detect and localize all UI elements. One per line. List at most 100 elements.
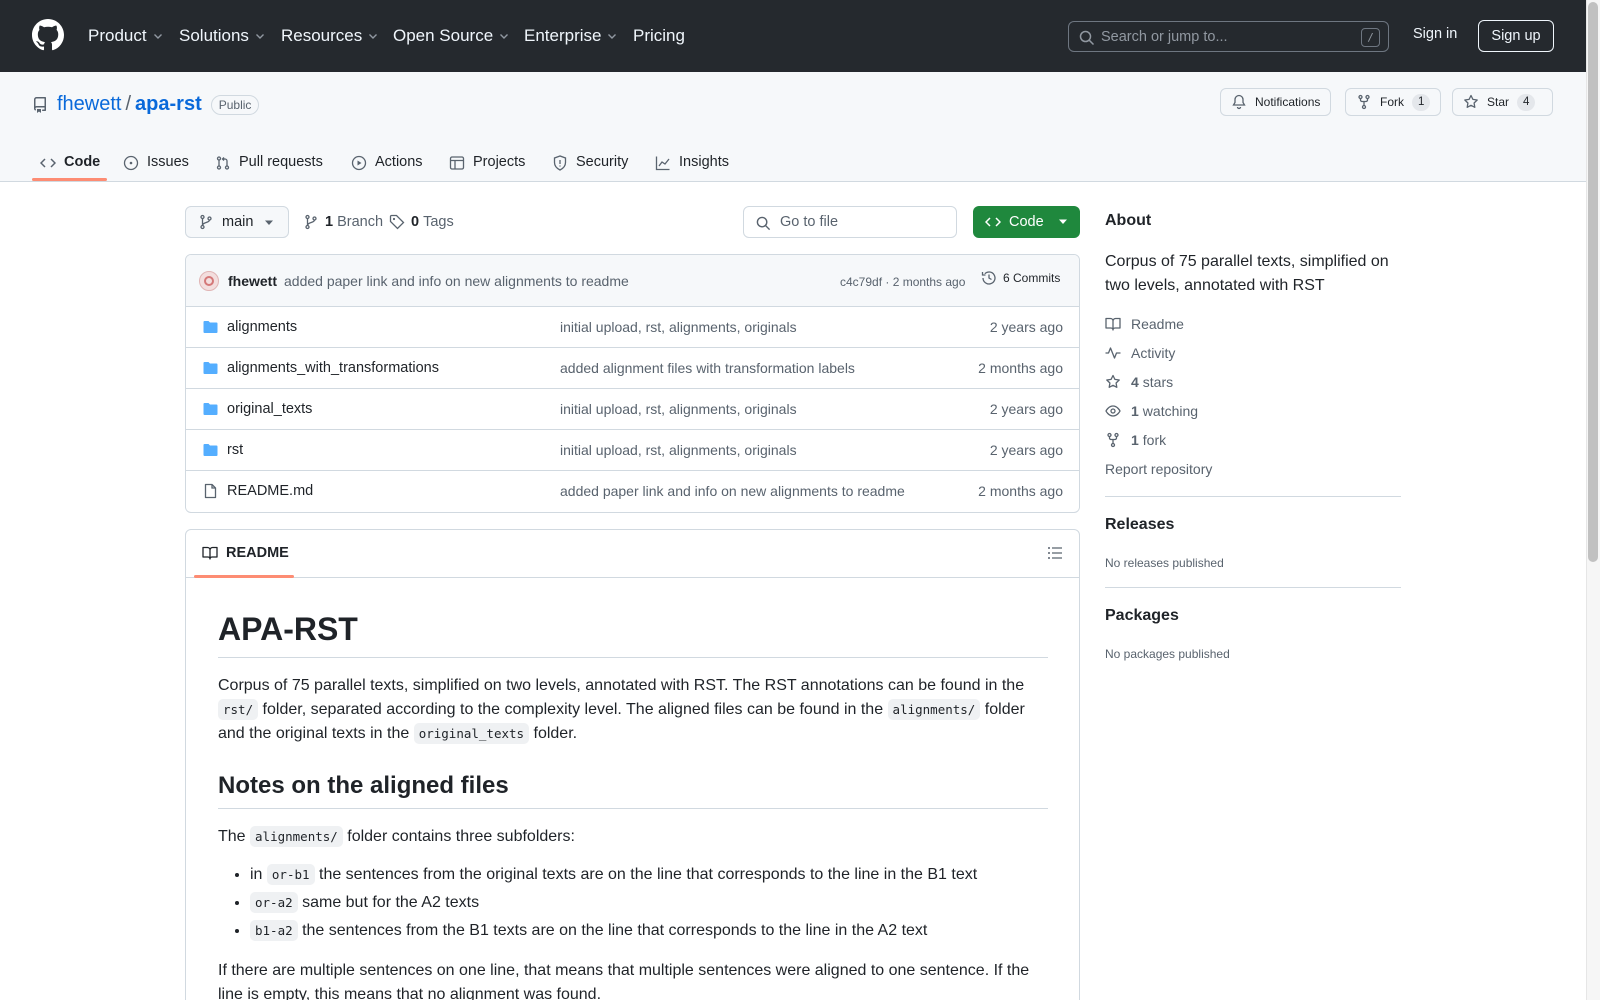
- readme-panel: README APA-RST Corpus of 75 parallel tex…: [185, 529, 1080, 1000]
- inline-code: or-a2: [250, 892, 298, 913]
- file-row[interactable]: alignments_with_transformations added al…: [186, 348, 1079, 389]
- file-row[interactable]: README.md added paper link and info on n…: [186, 471, 1079, 512]
- scrollbar-thumb[interactable]: [1588, 2, 1598, 562]
- tag-count: 0: [411, 214, 420, 230]
- branches-link[interactable]: 1 Branch: [303, 214, 383, 230]
- inline-code: b1-a2: [250, 920, 298, 941]
- branch-count: 1: [325, 214, 334, 230]
- file-commit-message[interactable]: added alignment files with transformatio…: [560, 360, 855, 376]
- commits-history-link[interactable]: 6 Commits: [981, 270, 1060, 286]
- list-item: or-a2 same but for the A2 texts: [250, 891, 1048, 915]
- divider: [1105, 587, 1401, 588]
- nav-solutions[interactable]: Solutions: [179, 24, 266, 48]
- list-outline-icon[interactable]: [1047, 545, 1063, 561]
- tag-label: Tags: [423, 214, 454, 230]
- file-name-link[interactable]: original_texts: [227, 401, 312, 417]
- about-heading: About: [1105, 212, 1152, 229]
- file-name-link[interactable]: alignments: [227, 319, 297, 335]
- tab-pull-requests[interactable]: Pull requests: [215, 148, 323, 188]
- star-button[interactable]: Star 4: [1452, 88, 1553, 116]
- file-name-link[interactable]: README.md: [227, 483, 313, 499]
- global-header: Product Solutions Resources Open Source …: [0, 0, 1586, 72]
- readme-link[interactable]: Readme: [1105, 316, 1184, 332]
- text: same but for the A2 texts: [297, 894, 480, 911]
- file-row[interactable]: alignments initial upload, rst, alignmen…: [186, 307, 1079, 348]
- file-commit-message[interactable]: initial upload, rst, alignments, origina…: [560, 401, 797, 417]
- commit-author-link[interactable]: fhewett: [228, 273, 277, 289]
- sign-in-link[interactable]: Sign in: [1413, 26, 1457, 42]
- fork-button[interactable]: Fork 1: [1345, 88, 1442, 116]
- file-commit-date: 2 years ago: [989, 319, 1063, 335]
- file-row[interactable]: original_texts initial upload, rst, alig…: [186, 389, 1079, 430]
- branch-icon: [200, 214, 212, 230]
- star-label: Star: [1487, 95, 1510, 109]
- tab-security-label: Security: [576, 154, 629, 170]
- tab-code[interactable]: Code: [40, 148, 100, 188]
- chevron-down-icon: [369, 34, 378, 39]
- tab-security[interactable]: Security: [552, 148, 628, 188]
- chevron-down-icon: [608, 34, 617, 39]
- file-commit-date: 2 years ago: [989, 401, 1063, 417]
- nav-open-source-label: Open Source: [393, 26, 494, 45]
- avatar[interactable]: [199, 271, 219, 291]
- stars-link[interactable]: 4 stars: [1105, 374, 1173, 390]
- file-commit-message[interactable]: initial upload, rst, alignments, origina…: [560, 442, 797, 458]
- nav-enterprise[interactable]: Enterprise: [524, 24, 618, 48]
- search-icon: [756, 216, 771, 231]
- search-input[interactable]: Search or jump to... /: [1068, 21, 1389, 52]
- nav-open-source[interactable]: Open Source: [393, 24, 510, 48]
- file-commit-message[interactable]: added paper link and info on new alignme…: [560, 483, 905, 499]
- packages-heading[interactable]: Packages: [1105, 607, 1179, 625]
- visibility-badge: Public: [210, 94, 260, 115]
- fork-count: 1: [1412, 93, 1431, 111]
- tags-link[interactable]: 0 Tags: [389, 214, 454, 230]
- readme-heading: Notes on the aligned files: [218, 770, 1048, 809]
- readme-paragraph: Corpus of 75 parallel texts, simplified …: [218, 674, 1048, 746]
- readme-list: in or-b1 the sentences from the original…: [218, 863, 1048, 943]
- tab-actions[interactable]: Actions: [351, 148, 423, 188]
- report-repository-link[interactable]: Report repository: [1105, 461, 1212, 477]
- file-name-link[interactable]: rst: [227, 442, 243, 458]
- branch-selector[interactable]: main: [185, 206, 289, 238]
- inline-code: rst/: [218, 699, 259, 720]
- releases-heading[interactable]: Releases: [1105, 516, 1174, 534]
- history-icon: [981, 271, 996, 285]
- code-dropdown-button[interactable]: Code: [973, 206, 1080, 238]
- nav-pricing[interactable]: Pricing: [633, 24, 685, 48]
- forks-link[interactable]: 1 fork: [1105, 432, 1166, 448]
- sign-up-button[interactable]: Sign up: [1478, 20, 1554, 52]
- watchers-link[interactable]: 1 watching: [1105, 403, 1198, 419]
- text: Corpus of 75 parallel texts, simplified …: [218, 677, 1025, 694]
- notifications-button[interactable]: Notifications: [1220, 88, 1332, 116]
- divider: [1105, 496, 1401, 497]
- tab-insights[interactable]: Insights: [655, 148, 729, 188]
- code-button-label: Code: [1009, 214, 1044, 230]
- repo-name-link[interactable]: apa-rst: [135, 93, 202, 116]
- tab-insights-label: Insights: [679, 154, 729, 170]
- fork-icon: [1358, 94, 1370, 110]
- inline-code: original_texts: [413, 723, 530, 744]
- commit-hash-time[interactable]: c4c79df · 2 months ago: [840, 275, 965, 289]
- go-to-file-placeholder: Go to file: [780, 214, 839, 230]
- readme-tab[interactable]: README: [202, 545, 289, 561]
- tab-projects[interactable]: Projects: [449, 148, 525, 188]
- nav-resources[interactable]: Resources: [281, 24, 379, 48]
- latest-commit-row: fhewett added paper link and info on new…: [186, 255, 1079, 307]
- search-icon: [1079, 30, 1095, 46]
- tab-issues[interactable]: Issues: [123, 148, 189, 188]
- file-row[interactable]: rst initial upload, rst, alignments, ori…: [186, 430, 1079, 471]
- commit-message-link[interactable]: added paper link and info on new alignme…: [284, 273, 629, 289]
- chevron-down-icon: [500, 34, 509, 39]
- chevron-down-icon: [255, 34, 264, 39]
- caret-down-icon: [265, 220, 273, 225]
- activity-link[interactable]: Activity: [1105, 345, 1175, 361]
- nav-product[interactable]: Product: [88, 24, 164, 48]
- forks-label: fork: [1142, 432, 1167, 448]
- github-logo-icon[interactable]: [32, 19, 64, 51]
- file-commit-message[interactable]: initial upload, rst, alignments, origina…: [560, 319, 797, 335]
- repo-owner-link[interactable]: fhewett: [57, 93, 121, 116]
- book-icon: [1105, 317, 1121, 331]
- go-to-file-input[interactable]: Go to file: [743, 206, 957, 238]
- file-name-link[interactable]: alignments_with_transformations: [227, 360, 439, 376]
- tab-actions-label: Actions: [375, 154, 423, 170]
